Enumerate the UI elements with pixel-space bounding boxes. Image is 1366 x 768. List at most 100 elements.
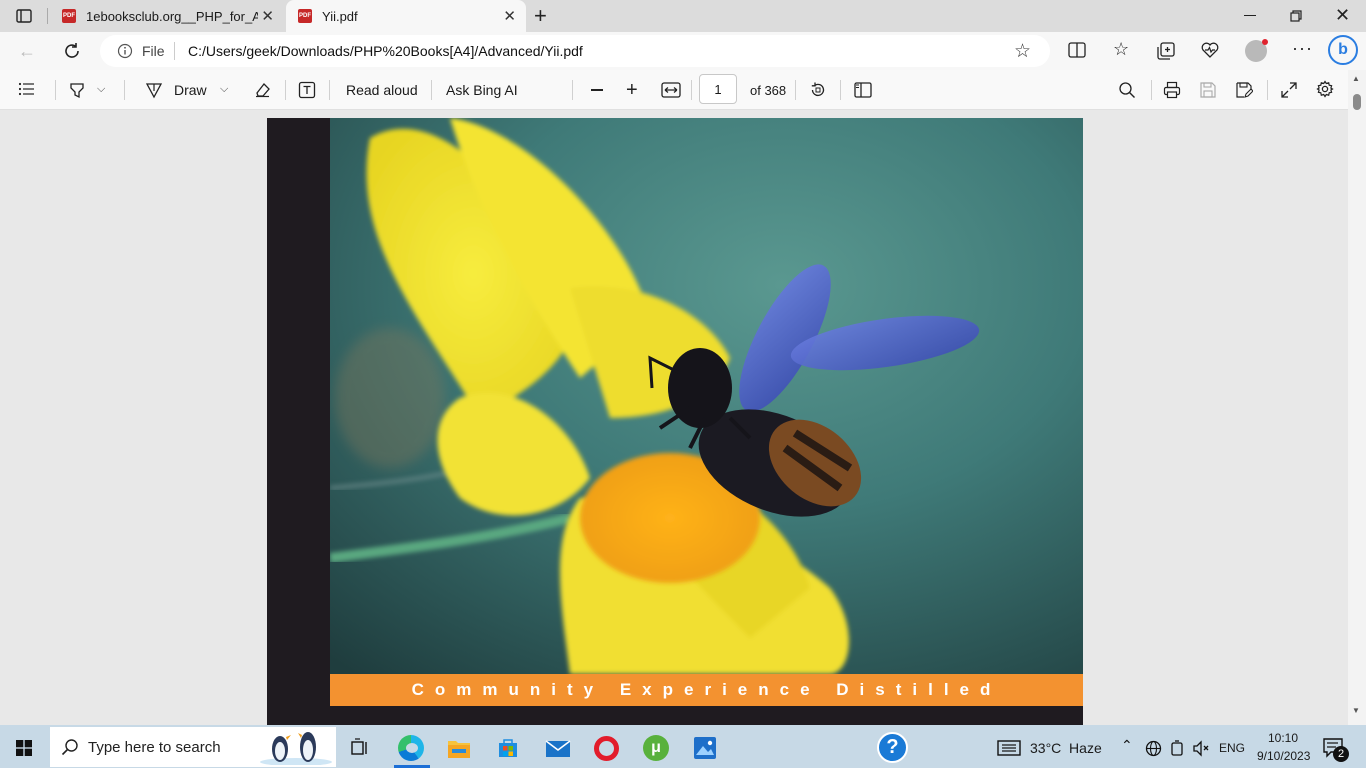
- find-button[interactable]: [1118, 81, 1136, 99]
- bing-chat-button[interactable]: b: [1328, 35, 1358, 65]
- collections-button[interactable]: [1157, 42, 1175, 60]
- volume-muted-icon[interactable]: [1192, 740, 1210, 757]
- clock-time[interactable]: 10:10: [1268, 731, 1298, 745]
- add-text-button[interactable]: [298, 81, 316, 99]
- highlight-button[interactable]: [68, 81, 86, 99]
- edge-icon-center: [406, 743, 418, 753]
- file-scheme-label: File: [142, 43, 165, 59]
- save-button[interactable]: [1199, 81, 1217, 99]
- tab-title: Yii.pdf: [322, 8, 358, 24]
- address-bar[interactable]: File C:/Users/geek/Downloads/PHP%20Books…: [100, 35, 1050, 67]
- draw-button[interactable]: [145, 81, 163, 99]
- task-view-icon: [351, 738, 367, 755]
- info-icon[interactable]: [117, 43, 133, 59]
- back-button[interactable]: ←: [18, 41, 36, 62]
- new-tab-button[interactable]: +: [534, 5, 547, 27]
- zoom-out-button[interactable]: [591, 89, 603, 91]
- refresh-button[interactable]: [62, 41, 82, 61]
- draw-label[interactable]: Draw: [174, 82, 207, 98]
- page-view-icon: [854, 82, 872, 98]
- toolbar-divider: [124, 80, 125, 100]
- input-language[interactable]: ENG: [1219, 741, 1245, 755]
- tab-title: 1ebooksclub.org__PHP_for_Absolute_Beginn…: [86, 8, 258, 24]
- page-number-input[interactable]: 1: [699, 74, 737, 104]
- notification-center-button[interactable]: 2: [1323, 738, 1349, 762]
- scrollbar-thumb[interactable]: [1353, 94, 1361, 110]
- address-url[interactable]: C:/Users/geek/Downloads/PHP%20Books[A4]/…: [188, 43, 583, 59]
- toolbar-divider: [691, 80, 692, 100]
- windows-logo-icon: [16, 740, 32, 756]
- restore-button[interactable]: [1290, 10, 1302, 22]
- favorite-star-icon[interactable]: ☆: [1014, 40, 1031, 63]
- full-screen-button[interactable]: [1280, 81, 1298, 99]
- print-icon: [1163, 81, 1181, 99]
- settings-menu-button[interactable]: ···: [1292, 38, 1313, 59]
- split-screen-icon: [1068, 42, 1086, 58]
- scroll-down-arrow[interactable]: ▼: [1352, 706, 1360, 715]
- browser-essentials-button[interactable]: [1201, 41, 1219, 59]
- pdf-page: Community Experience Distilled: [267, 118, 1083, 725]
- microsoft-store-icon[interactable]: [497, 737, 519, 759]
- help-label: ?: [886, 736, 899, 758]
- save-icon: [1200, 82, 1216, 98]
- search-icon: [1119, 82, 1135, 98]
- print-button[interactable]: [1163, 81, 1181, 99]
- toolbar-divider: [431, 80, 432, 100]
- ask-bing-ai-button[interactable]: Ask Bing AI: [446, 82, 518, 98]
- read-aloud-button[interactable]: Read aloud: [346, 82, 418, 98]
- search-icon: [61, 739, 78, 756]
- toolbar-divider: [55, 80, 56, 100]
- minimize-button[interactable]: [1244, 15, 1256, 16]
- search-highlight-penguins-icon: [258, 729, 334, 765]
- pdf-settings-button[interactable]: [1316, 80, 1334, 98]
- tab-ebooksclub[interactable]: PDF 1ebooksclub.org__PHP_for_Absolute_Be…: [50, 0, 284, 32]
- weather-icon[interactable]: [997, 739, 1021, 757]
- edge-taskbar-icon[interactable]: [398, 735, 424, 761]
- help-button[interactable]: ?: [877, 732, 908, 763]
- task-view-button[interactable]: [350, 738, 370, 758]
- text-box-icon: [298, 81, 316, 99]
- draw-dropdown[interactable]: ⌵: [220, 83, 228, 96]
- scroll-up-arrow[interactable]: ▲: [1352, 74, 1360, 83]
- clock-date[interactable]: 9/10/2023: [1257, 749, 1310, 763]
- zoom-in-button[interactable]: +: [626, 79, 638, 102]
- close-tab-icon[interactable]: ✕: [503, 7, 516, 25]
- start-button[interactable]: [16, 740, 32, 756]
- show-hidden-icons-button[interactable]: ⌃: [1121, 737, 1133, 754]
- utorrent-icon[interactable]: μ: [643, 735, 669, 761]
- weather-text[interactable]: 33°C Haze: [1030, 740, 1102, 756]
- contents-button[interactable]: [18, 82, 36, 96]
- split-screen-button[interactable]: [1068, 42, 1086, 58]
- photos-app-icon[interactable]: [693, 736, 717, 760]
- tab-yii-pdf[interactable]: PDF Yii.pdf ✕: [286, 0, 526, 32]
- toolbar-divider: [329, 80, 330, 100]
- search-placeholder: Type here to search: [88, 739, 221, 756]
- battery-monitor-icon[interactable]: [1169, 740, 1185, 757]
- tab-actions-icon: [16, 9, 32, 23]
- file-explorer-icon[interactable]: [447, 737, 471, 759]
- profile-avatar[interactable]: [1245, 39, 1268, 62]
- favorites-button[interactable]: ☆: [1113, 39, 1129, 60]
- save-as-button[interactable]: [1235, 81, 1253, 99]
- toolbar-divider: [572, 80, 573, 100]
- close-tab-icon[interactable]: ✕: [261, 7, 274, 25]
- mail-icon[interactable]: [545, 739, 571, 759]
- taskbar-search-box[interactable]: Type here to search: [50, 727, 336, 767]
- erase-button[interactable]: [253, 81, 271, 99]
- toolbar-divider: [1151, 80, 1152, 100]
- close-window-button[interactable]: ✕: [1335, 5, 1350, 26]
- page-total: of 368: [750, 83, 787, 98]
- highlight-dropdown[interactable]: ⌵: [97, 83, 105, 96]
- cover-photo-bee-on-flower: [330, 118, 1083, 674]
- cover-banner: Community Experience Distilled: [330, 674, 1083, 706]
- eraser-icon: [256, 83, 270, 98]
- vertical-scrollbar[interactable]: ▲ ▼: [1348, 70, 1366, 725]
- notification-count: 2: [1337, 748, 1345, 760]
- rotate-button[interactable]: [809, 81, 827, 99]
- opera-browser-icon[interactable]: [594, 736, 619, 761]
- page-view-button[interactable]: [854, 82, 872, 98]
- tab-actions-button[interactable]: [14, 6, 34, 26]
- network-icon[interactable]: [1145, 740, 1162, 757]
- table-of-contents-icon: [18, 82, 34, 96]
- fit-to-width-button[interactable]: [661, 82, 681, 98]
